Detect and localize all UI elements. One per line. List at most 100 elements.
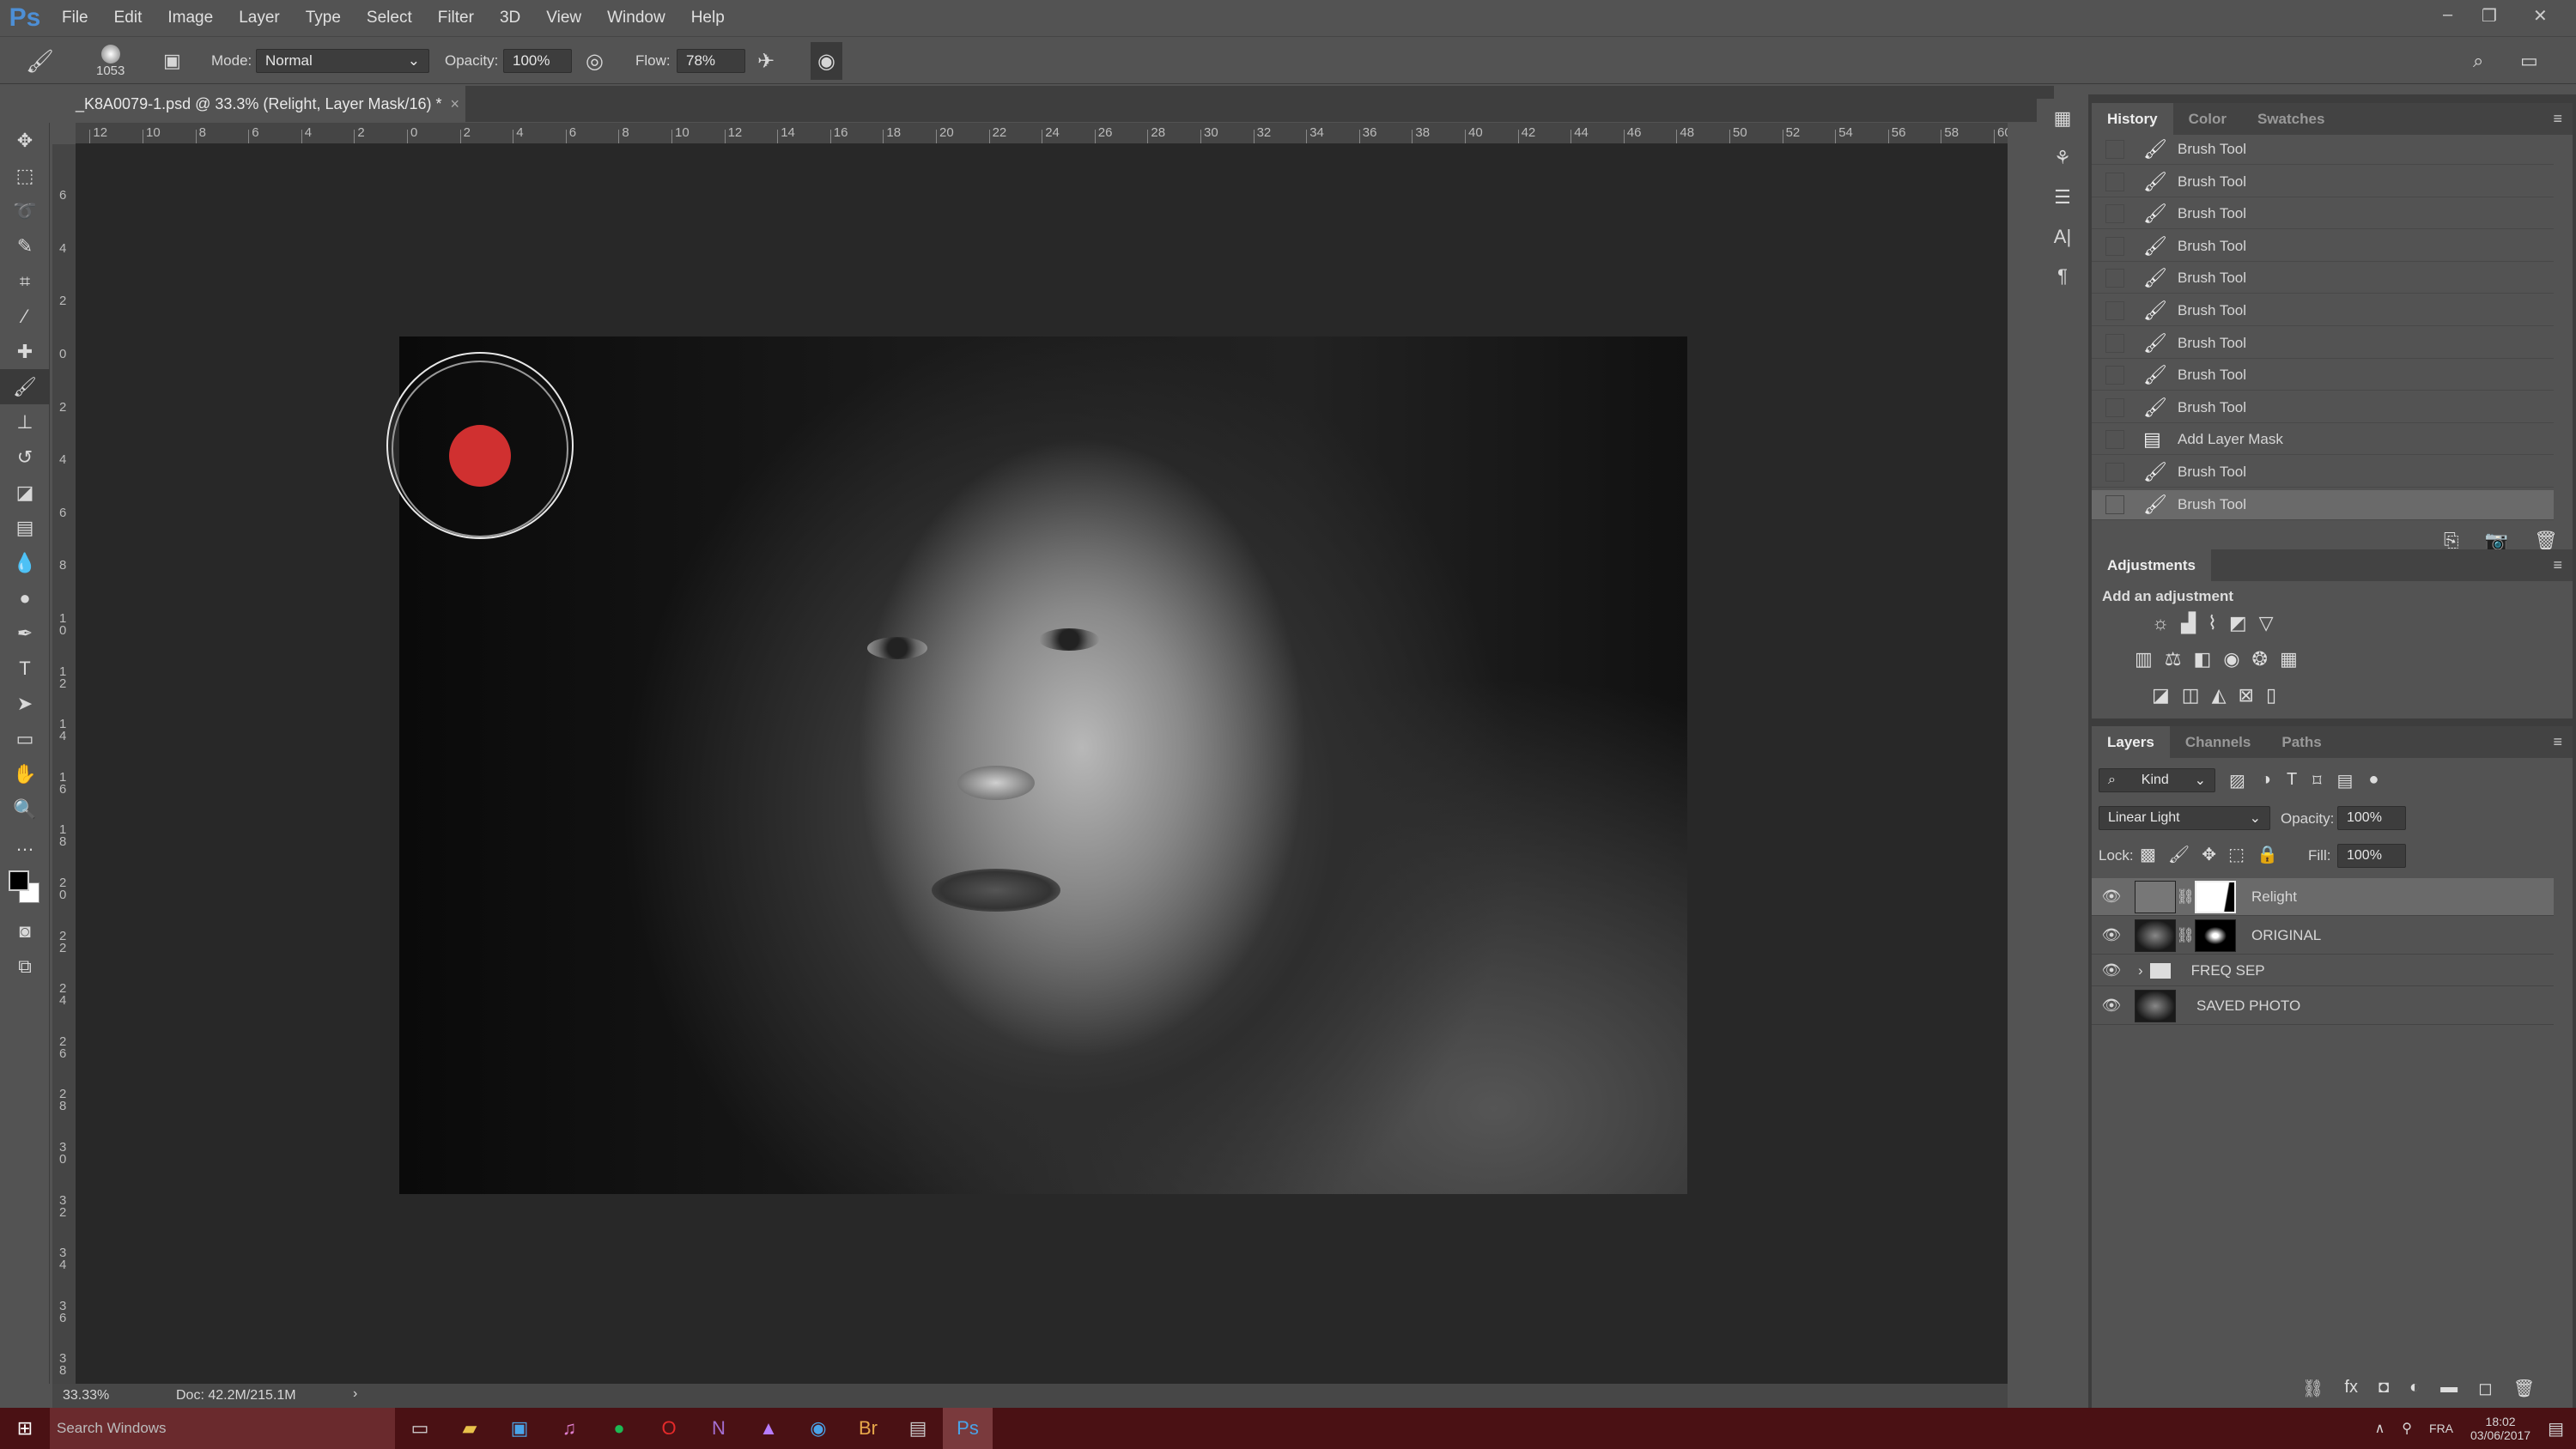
invert-icon[interactable]: ◪ xyxy=(2152,684,2170,706)
history-item[interactable]: 🖌 Brush Tool xyxy=(2092,296,2554,326)
brush-size-picker[interactable]: 1053 xyxy=(96,37,125,85)
expand-group-icon[interactable]: › xyxy=(2138,962,2143,979)
tab-swatches[interactable]: Swatches xyxy=(2242,103,2340,135)
blur-tool-icon[interactable]: 💧 xyxy=(0,545,50,580)
layer-row[interactable]: 👁 ⛓ Relight xyxy=(2092,878,2554,916)
brush-tool-preset-icon[interactable]: 🖌 xyxy=(26,37,54,85)
layer-row[interactable]: 👁 › FREQ SEP xyxy=(2092,955,2554,986)
tab-channels[interactable]: Channels xyxy=(2170,726,2267,758)
lock-pixels-icon[interactable]: 🖌 xyxy=(2168,844,2190,865)
new-layer-icon[interactable]: ◻ xyxy=(2478,1378,2493,1399)
path-select-tool-icon[interactable]: ➤ xyxy=(0,686,50,721)
gradient-map-icon[interactable]: ▯ xyxy=(2266,684,2276,706)
shape-tool-icon[interactable]: ▭ xyxy=(0,721,50,756)
link-layers-icon[interactable]: ⛓ xyxy=(2302,1378,2324,1399)
tab-color[interactable]: Color xyxy=(2173,103,2242,135)
history-item[interactable]: 🖌 Brush Tool xyxy=(2092,167,2554,197)
hue-saturation-icon[interactable]: ▥ xyxy=(2135,648,2153,670)
brush-presets-icon[interactable]: ⚘ xyxy=(2037,138,2088,178)
layer-opacity-field[interactable]: 100% xyxy=(2337,806,2406,830)
flow-field[interactable]: 78% xyxy=(677,49,745,73)
menu-filter[interactable]: Filter xyxy=(438,9,474,27)
file-explorer-icon[interactable]: ▰ xyxy=(445,1408,495,1449)
eraser-tool-icon[interactable]: ◪ xyxy=(0,475,50,510)
bridge-icon[interactable]: Br xyxy=(843,1408,893,1449)
marquee-tool-icon[interactable]: ⬚ xyxy=(0,158,50,193)
curves-icon[interactable]: ⌇ xyxy=(2208,612,2217,634)
history-brush-tool-icon[interactable]: ↺ xyxy=(0,440,50,475)
clock[interactable]: 18:02 03/06/2017 xyxy=(2470,1415,2530,1442)
menu-select[interactable]: Select xyxy=(367,9,412,27)
workspace-icon[interactable]: ▭ xyxy=(2520,37,2538,85)
selective-color-icon[interactable]: ⊠ xyxy=(2239,684,2254,706)
document-tab[interactable]: _K8A0079-1.psd @ 33.3% (Relight, Layer M… xyxy=(62,86,465,122)
filter-shape-icon[interactable]: ⌑ xyxy=(2312,770,2321,791)
restore-button[interactable]: ❐ xyxy=(2482,5,2497,27)
history-snapshot-checkbox[interactable] xyxy=(2105,397,2124,417)
lock-artboard-icon[interactable]: ⬚ xyxy=(2228,844,2245,865)
history-snapshot-checkbox[interactable] xyxy=(2105,140,2124,159)
more-tools-icon[interactable]: … xyxy=(0,827,50,862)
layer-filter-select[interactable]: ⌕ Kind ⌄ xyxy=(2099,768,2215,792)
panel-menu-icon[interactable]: ≡ xyxy=(2553,733,2562,751)
threshold-icon[interactable]: ◭ xyxy=(2212,684,2227,706)
clone-stamp-tool-icon[interactable]: ⊥ xyxy=(0,404,50,440)
network-icon[interactable]: ⚲ xyxy=(2402,1420,2412,1437)
fill-field[interactable]: 100% xyxy=(2337,844,2406,868)
link-icon[interactable]: ⛓ xyxy=(2176,888,2195,906)
new-adjustment-icon[interactable]: ◐ xyxy=(2409,1378,2420,1399)
portrait-photo[interactable] xyxy=(399,336,1687,1194)
gradient-tool-icon[interactable]: ▤ xyxy=(0,510,50,545)
history-snapshot-checkbox[interactable] xyxy=(2105,236,2124,256)
properties-panel-icon[interactable]: ▦ xyxy=(2037,99,2088,138)
menu-window[interactable]: Window xyxy=(607,9,665,27)
crop-tool-icon[interactable]: ⌗ xyxy=(0,264,50,299)
paragraph-panel-icon[interactable]: ¶ xyxy=(2037,257,2088,296)
history-snapshot-checkbox[interactable] xyxy=(2105,494,2124,514)
minimize-button[interactable]: – xyxy=(2443,5,2452,25)
vibrance-icon[interactable]: ▽ xyxy=(2259,612,2274,634)
new-group-icon[interactable]: ▬ xyxy=(2440,1378,2458,1399)
history-snapshot-checkbox[interactable] xyxy=(2105,333,2124,353)
tab-layers[interactable]: Layers xyxy=(2092,726,2170,758)
brush-tool-icon[interactable]: 🖌 xyxy=(0,369,50,404)
history-item[interactable]: ▤ Add Layer Mask xyxy=(2092,425,2554,456)
channel-mixer-icon[interactable]: ❂ xyxy=(2252,648,2268,670)
history-item[interactable]: 🖌 Brush Tool xyxy=(2092,392,2554,423)
itunes-icon[interactable]: ♫ xyxy=(544,1408,594,1449)
filter-pixel-icon[interactable]: ▨ xyxy=(2229,770,2245,791)
menu-edit[interactable]: Edit xyxy=(114,9,143,27)
color-lookup-icon[interactable]: ▦ xyxy=(2280,648,2298,670)
type-tool-icon[interactable]: T xyxy=(0,651,50,686)
history-item[interactable]: 🖌 Brush Tool xyxy=(2092,489,2554,520)
pen-tool-icon[interactable]: ✒ xyxy=(0,615,50,651)
lock-all-icon[interactable]: 🔒 xyxy=(2257,844,2278,865)
layer-row[interactable]: 👁 ⛓ ORIGINAL xyxy=(2092,917,2554,955)
start-button[interactable]: ⊞ xyxy=(0,1408,50,1449)
opera-icon[interactable]: O xyxy=(644,1408,694,1449)
brightness-icon[interactable]: ☼ xyxy=(2152,612,2169,634)
history-snapshot-checkbox[interactable] xyxy=(2105,366,2124,385)
pressure-size-icon[interactable]: ◉ xyxy=(811,42,842,80)
filter-smart-object-icon[interactable]: ▤ xyxy=(2336,770,2353,791)
spotify-icon[interactable]: ● xyxy=(594,1408,644,1449)
affinity-icon[interactable]: ▲ xyxy=(744,1408,793,1449)
history-snapshot-checkbox[interactable] xyxy=(2105,463,2124,482)
history-item[interactable]: 🖌 Brush Tool xyxy=(2092,361,2554,391)
tab-adjustments[interactable]: Adjustments xyxy=(2092,549,2211,581)
link-icon[interactable]: ⛓ xyxy=(2176,927,2195,944)
airbrush-icon[interactable]: ✈ xyxy=(757,37,775,85)
history-item[interactable]: 🖌 Brush Tool xyxy=(2092,264,2554,294)
search-icon[interactable]: ⌕ xyxy=(2473,37,2483,85)
fx-icon[interactable]: fx xyxy=(2344,1378,2358,1399)
tab-history[interactable]: History xyxy=(2092,103,2173,135)
zoom-level[interactable]: 33.33% xyxy=(63,1388,109,1404)
close-window-button[interactable]: ✕ xyxy=(2533,5,2548,27)
brush-panel-icon[interactable]: ▣ xyxy=(163,37,181,85)
history-item[interactable]: 🖌 Brush Tool xyxy=(2092,135,2554,165)
search-box[interactable]: Search Windows xyxy=(50,1408,395,1449)
task-view-icon[interactable]: ▭ xyxy=(395,1408,445,1449)
photoshop-taskbar-icon[interactable]: Ps xyxy=(943,1408,993,1449)
move-tool-icon[interactable]: ✥ xyxy=(0,123,50,158)
panel-menu-icon[interactable]: ≡ xyxy=(2553,556,2562,574)
